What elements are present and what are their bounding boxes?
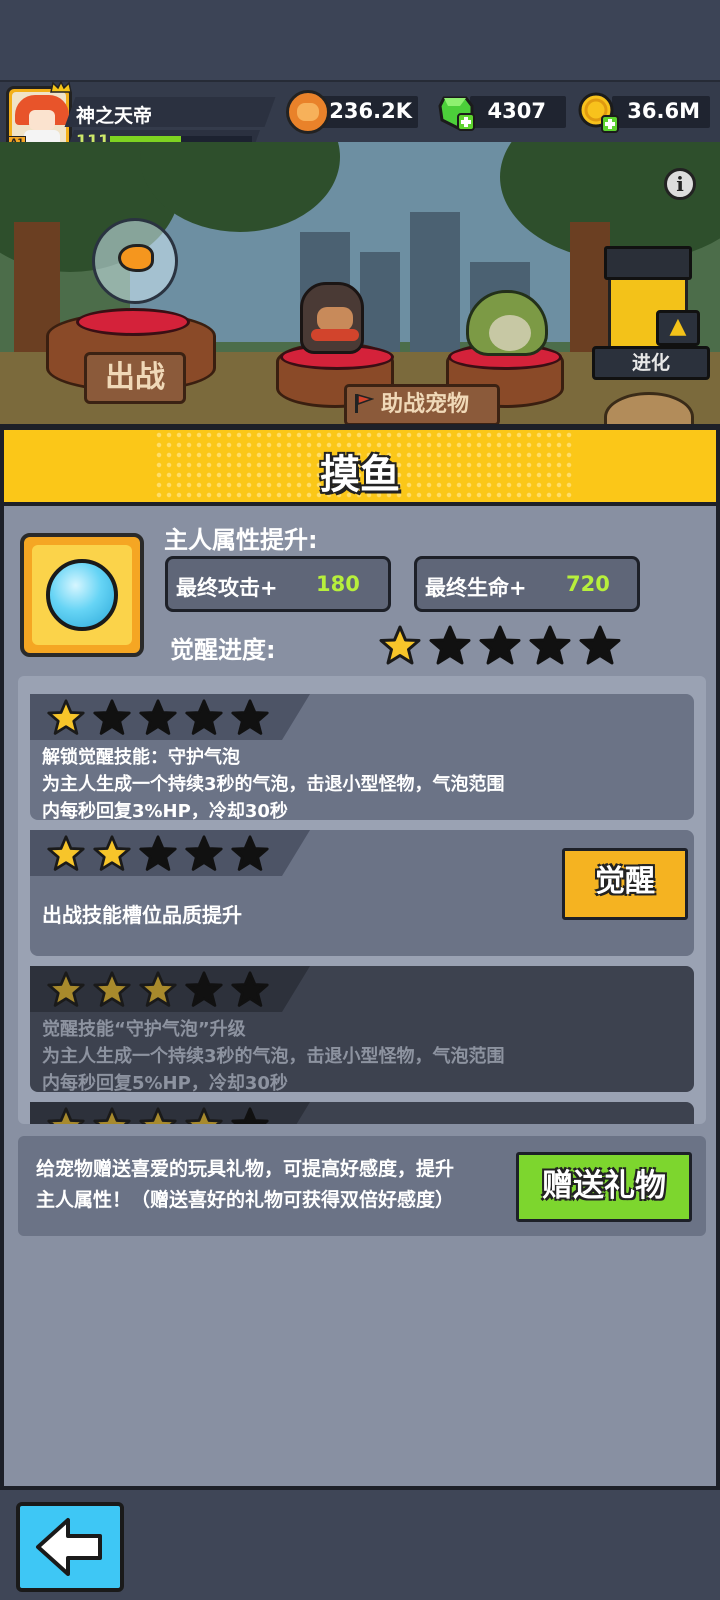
building [360,252,400,352]
tier-line: 为主人生成一个持续3秒的气泡，击退小型怪物，气泡范围 [42,774,505,795]
awaken-tier-4 [30,1102,694,1124]
crown-icon [50,81,72,93]
star-icon [139,1107,177,1124]
building [410,212,460,352]
star-icon [47,971,85,1007]
pet-face-icon [297,103,319,121]
star-icon [93,1107,131,1124]
deploy-sign: 出战 [84,352,186,404]
pet-name: 摸鱼 [320,452,400,498]
pet-skill-icon [20,533,144,657]
star-empty-icon [139,699,177,735]
awaken-progress-label: 觉醒进度: [170,636,276,664]
gift-description: 给宠物赠送喜爱的玩具礼物，可提高好感度，提升 主人属性！（赠送喜好的礼物可获得双… [36,1154,496,1216]
star-empty-icon [479,625,521,665]
star-empty-icon [139,835,177,871]
tier-line: 内每秒回复5%HP，冷却30秒 [42,1073,288,1094]
gem-value: 4307 [487,99,546,123]
star-icon [379,625,421,665]
frog-belly [489,315,531,351]
tier-line: 为主人生成一个持续3秒的气泡，击退小型怪物，气泡范围 [42,1046,505,1067]
star-empty-icon [579,625,621,665]
awaken-button[interactable]: 觉醒 [562,848,688,920]
gold-value: 36.6M [627,99,700,123]
back-button[interactable] [16,1502,124,1592]
gift-line: 主人属性！（赠送喜好的礼物可获得双倍好感度） [36,1189,455,1211]
awaken-tier-list[interactable]: 解锁觉醒技能：守护气泡 为主人生成一个持续3秒的气泡，击退小型怪物，气泡范围 内… [18,676,706,1124]
tier-line: 解锁觉醒技能：守护气泡 [42,747,240,768]
evolve-machine-top [604,246,692,280]
dog-pet[interactable] [300,282,364,354]
tier-description: 出战技能槽位品质提升 [42,903,242,927]
dog-face [317,307,353,331]
awaken-tier-1: 解锁觉醒技能：守护气泡 为主人生成一个持续3秒的气泡，击退小型怪物，气泡范围 内… [30,694,694,822]
attack-stat-label: 最终攻击+ [176,576,278,600]
awaken-tier-3: 觉醒技能“守护气泡”升级 为主人生成一个持续3秒的气泡，击退小型怪物，气泡范围 … [30,966,694,1094]
tier-description: 觉醒技能“守护气泡”升级 为主人生成一个持续3秒的气泡，击退小型怪物，气泡范围 … [42,1016,505,1097]
flag-icon [355,394,374,413]
arrow-up-icon: ▲ [656,310,700,346]
green-gem-plus-icon[interactable] [436,92,476,132]
goldfish-pet[interactable] [118,244,154,272]
hp-stat-label: 最终生命+ [425,576,527,600]
tier-description: 解锁觉醒技能：守护气泡 为主人生成一个持续3秒的气泡，击退小型怪物，气泡范围 内… [42,744,505,825]
status-bar-area [0,0,720,80]
star-icon [93,835,131,871]
star-icon [47,699,85,735]
tier-line: 觉醒技能“守护气泡”升级 [42,1019,246,1040]
player-name: 神之天帝 [76,105,153,127]
pet-coin-icon [286,90,330,134]
star-empty-icon [185,699,223,735]
star-empty-icon [185,971,223,1007]
star-empty-icon [93,699,131,735]
bubble-icon [46,559,118,631]
tier-line: 内每秒回复3%HP，冷却30秒 [42,801,288,822]
dog-scarf [311,329,359,341]
star-empty-icon [231,835,269,871]
star-empty-icon [231,699,269,735]
star-empty-icon [231,1107,269,1124]
star-icon [93,971,131,1007]
info-icon[interactable]: i [664,168,696,200]
star-empty-icon [429,625,471,665]
gold-coin-plus-icon[interactable] [578,92,620,134]
evolve-button[interactable]: 进化 [592,346,710,380]
tree-trunk [570,222,610,362]
star-icon [139,971,177,1007]
attack-stat-value: 180 [316,572,360,596]
star-icon [47,1107,85,1124]
avatar-face [29,110,55,130]
owner-stat-header: 主人属性提升: [164,526,318,554]
star-empty-icon [185,835,223,871]
hp-stat-value: 720 [566,572,610,596]
pet-coin-value: 236.2K [329,99,412,123]
pet-skill-icon-inner [32,545,132,645]
star-icon [185,1107,223,1124]
gift-line: 给宠物赠送喜爱的玩具礼物，可提高好感度，提升 [36,1158,455,1180]
send-gift-button[interactable]: 赠送礼物 [516,1152,692,1222]
back-arrow-icon [36,1518,102,1576]
star-icon [47,835,85,871]
star-empty-icon [231,971,269,1007]
star-empty-icon [529,625,571,665]
deploy-pad [76,308,190,336]
